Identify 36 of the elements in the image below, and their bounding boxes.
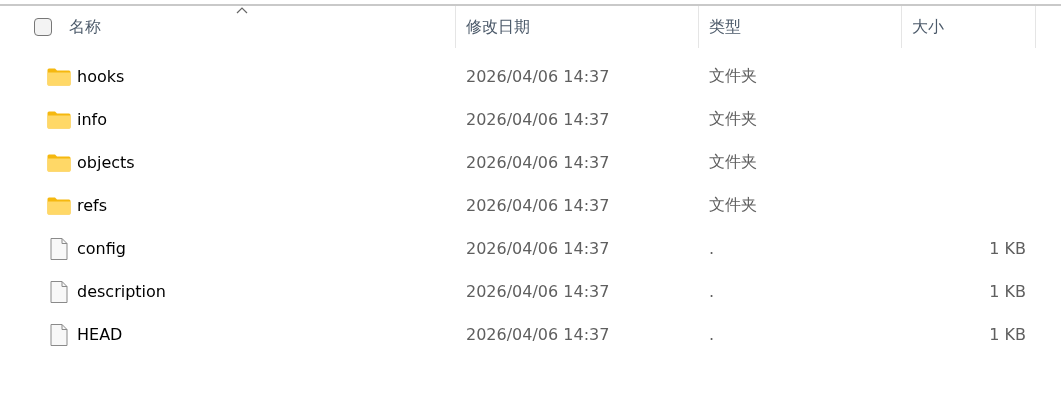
date-modified: 2026/04/06 14:37 [466, 67, 610, 86]
file-icon [47, 280, 71, 303]
folder-icon [47, 110, 71, 129]
file-size: 1 KB [989, 282, 1026, 301]
item-type: 文件夹 [709, 66, 757, 85]
file-name[interactable]: description [77, 282, 166, 301]
date-modified: 2026/04/06 14:37 [466, 153, 610, 172]
item-type: 文件夹 [709, 195, 757, 214]
file-size: 1 KB [989, 239, 1026, 258]
item-type: . [709, 239, 715, 258]
file-name[interactable]: HEAD [77, 325, 123, 344]
folder-icon [47, 153, 71, 172]
file-name[interactable]: hooks [77, 67, 125, 86]
folder-icon [47, 67, 71, 86]
file-name[interactable]: refs [77, 196, 108, 215]
file-name[interactable]: info [77, 110, 107, 129]
file-name[interactable]: config [77, 239, 126, 258]
file-name[interactable]: objects [77, 153, 135, 172]
date-modified: 2026/04/06 14:37 [466, 325, 610, 344]
folder-icon [47, 196, 71, 215]
item-type: 文件夹 [709, 109, 757, 128]
date-modified: 2026/04/06 14:37 [466, 110, 610, 129]
column-header[interactable]: 类型 [709, 16, 741, 38]
select-all-checkbox[interactable] [34, 18, 52, 36]
date-modified: 2026/04/06 14:37 [466, 196, 610, 215]
date-modified: 2026/04/06 14:37 [466, 239, 610, 258]
column-header[interactable]: 大小 [912, 16, 944, 38]
column-header[interactable]: 名称 [69, 16, 101, 38]
item-type: 文件夹 [709, 152, 757, 171]
item-type: . [709, 325, 715, 344]
file-size: 1 KB [989, 325, 1026, 344]
file-icon [47, 323, 71, 346]
date-modified: 2026/04/06 14:37 [466, 282, 610, 301]
file-icon [47, 237, 71, 260]
column-header[interactable]: 修改日期 [466, 16, 530, 38]
item-type: . [709, 282, 715, 301]
